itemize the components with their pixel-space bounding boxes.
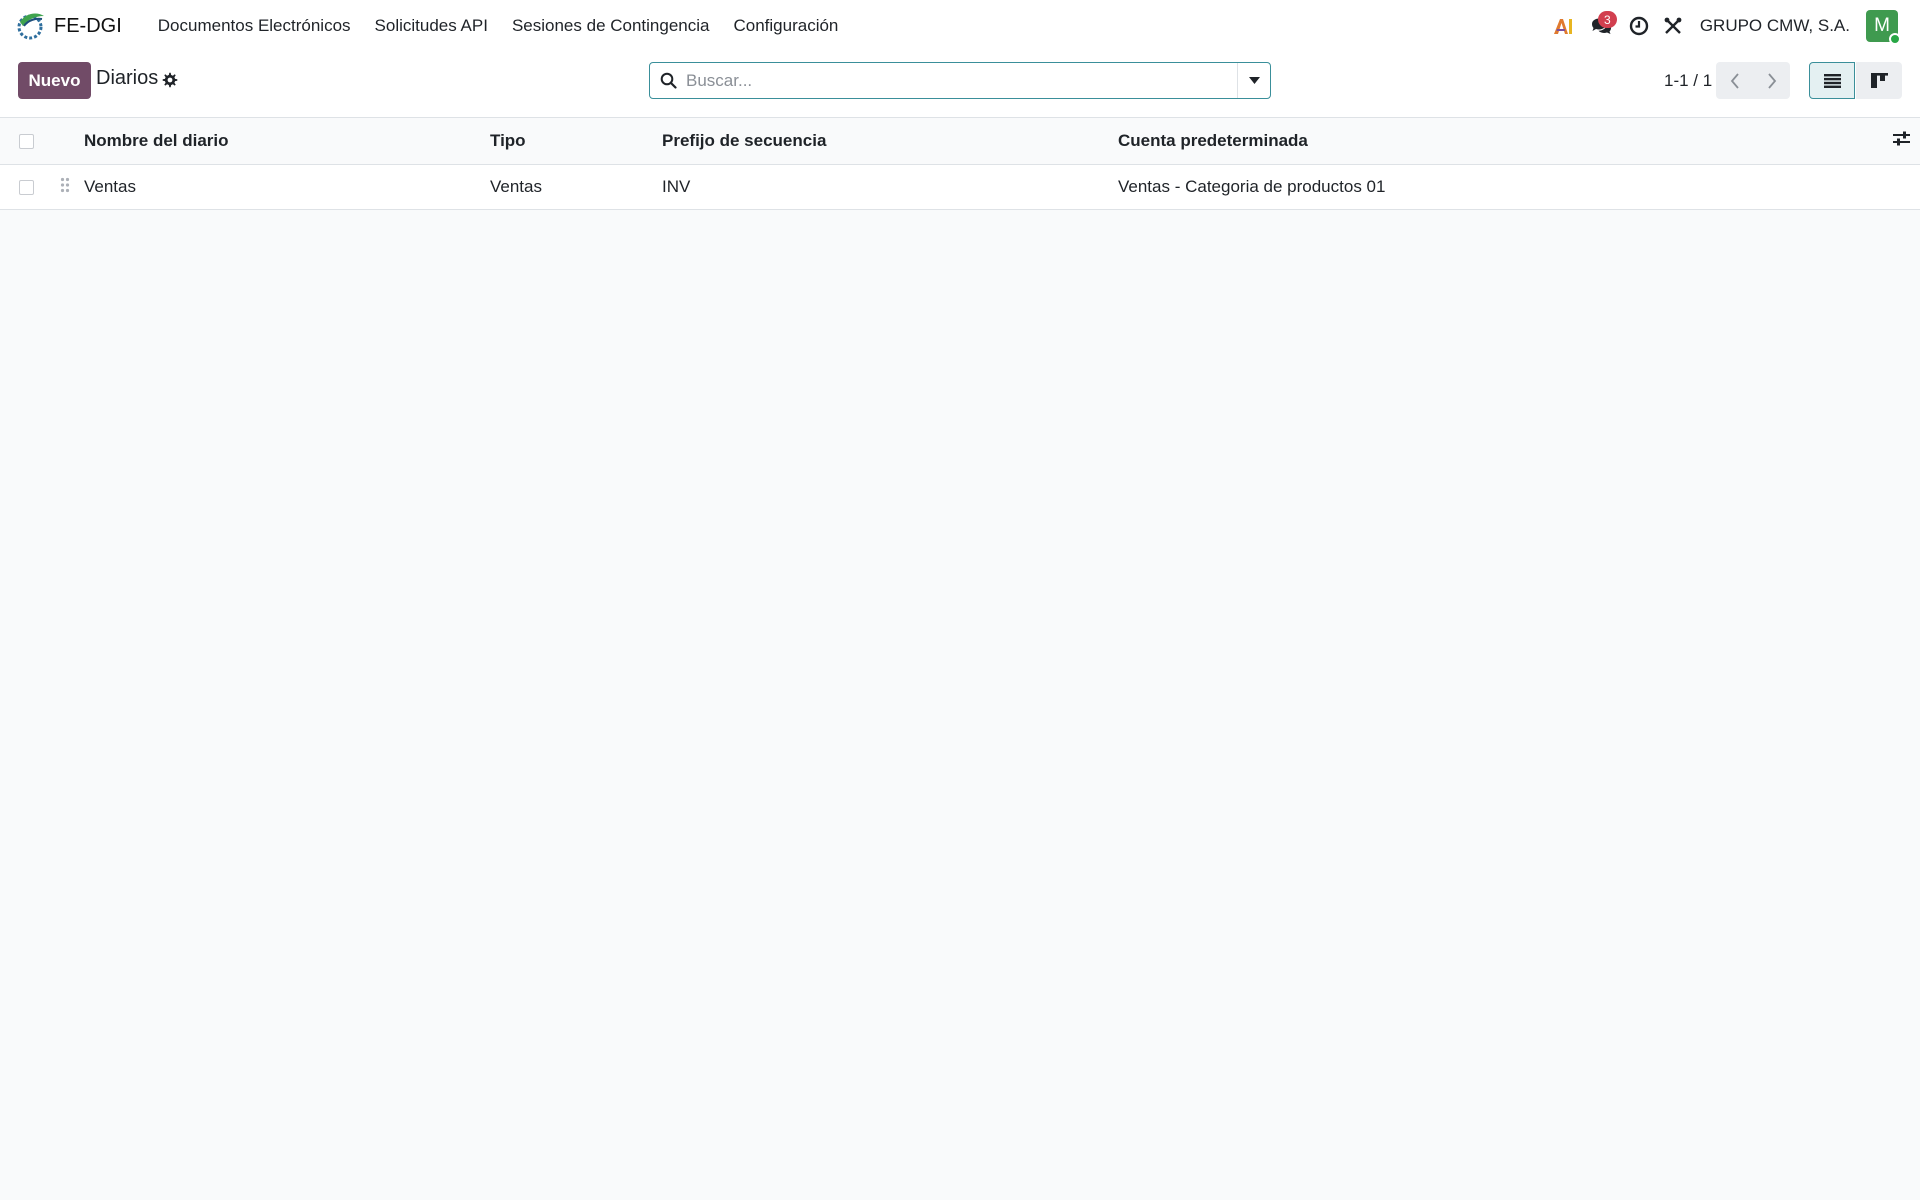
ai-button[interactable] (1546, 0, 1580, 52)
online-status-icon (1889, 33, 1901, 45)
column-header-type[interactable]: Tipo (490, 131, 526, 151)
optional-columns-icon[interactable] (1893, 131, 1910, 151)
control-panel: Nuevo Diarios 1-1 / 1 (0, 52, 1920, 118)
menu-sesiones-contingencia[interactable]: Sesiones de Contingencia (500, 0, 722, 52)
table-header: Nombre del diario Tipo Prefijo de secuen… (0, 118, 1920, 165)
systray: 3 GRUPO CMW, S.A. M (1546, 0, 1901, 52)
search-bar (649, 62, 1271, 99)
gear-icon[interactable] (162, 72, 178, 93)
app-logo-icon (17, 13, 44, 40)
caret-down-icon (1248, 77, 1260, 84)
list-view-icon (1823, 73, 1841, 88)
kanban-view-icon (1870, 73, 1888, 88)
clock-icon (1629, 16, 1649, 36)
pager-buttons (1716, 62, 1790, 99)
pager-previous-button[interactable] (1716, 62, 1753, 99)
menu-solicitudes-api[interactable]: Solicitudes API (363, 0, 500, 52)
kanban-view-button[interactable] (1856, 62, 1902, 99)
messages-button[interactable]: 3 (1580, 0, 1622, 52)
tools-icon (1664, 17, 1682, 34)
select-all-checkbox[interactable] (19, 133, 34, 149)
pager-next-button[interactable] (1753, 62, 1790, 99)
debug-tools-button[interactable] (1656, 0, 1690, 52)
search-options-toggle[interactable] (1237, 63, 1270, 98)
cell-prefix: INV (662, 177, 691, 196)
search-input[interactable] (686, 64, 1237, 97)
chevron-left-icon (1730, 72, 1739, 89)
app-brand[interactable]: FE-DGI (14, 0, 146, 52)
view-switcher (1809, 62, 1902, 99)
avatar-initial: M (1874, 15, 1890, 36)
messages-badge: 3 (1597, 11, 1617, 28)
column-header-prefix[interactable]: Prefijo de secuencia (662, 131, 826, 151)
column-header-name[interactable]: Nombre del diario (84, 131, 229, 151)
menu-configuracion[interactable]: Configuración (721, 0, 850, 52)
company-switcher[interactable]: GRUPO CMW, S.A. (1700, 16, 1850, 36)
page-title: Diarios (96, 67, 159, 89)
row-checkbox[interactable] (19, 179, 34, 195)
search-icon (650, 63, 686, 98)
cell-name: Ventas (84, 177, 136, 196)
cell-account: Ventas - Categoria de productos 01 (1118, 177, 1386, 196)
user-avatar[interactable]: M (1866, 10, 1901, 45)
main-menu: Documentos Electrónicos Solicitudes API … (146, 0, 851, 52)
list-view-button[interactable] (1809, 62, 1855, 99)
column-header-account[interactable]: Cuenta predeterminada (1118, 131, 1308, 151)
ai-icon (1553, 19, 1572, 34)
pager-value[interactable]: 1-1 / 1 (1664, 71, 1712, 91)
table-row[interactable]: Ventas Ventas INV Ventas - Categoria de … (0, 165, 1920, 210)
activities-button[interactable] (1622, 0, 1656, 52)
drag-handle-icon[interactable] (60, 177, 70, 198)
top-navbar: FE-DGI Documentos Electrónicos Solicitud… (0, 0, 1920, 52)
menu-documentos-electronicos[interactable]: Documentos Electrónicos (146, 0, 363, 52)
new-button[interactable]: Nuevo (18, 62, 91, 99)
cell-type: Ventas (490, 177, 542, 196)
app-name: FE-DGI (54, 14, 122, 37)
chevron-right-icon (1767, 72, 1776, 89)
journals-list: Nombre del diario Tipo Prefijo de secuen… (0, 118, 1920, 210)
